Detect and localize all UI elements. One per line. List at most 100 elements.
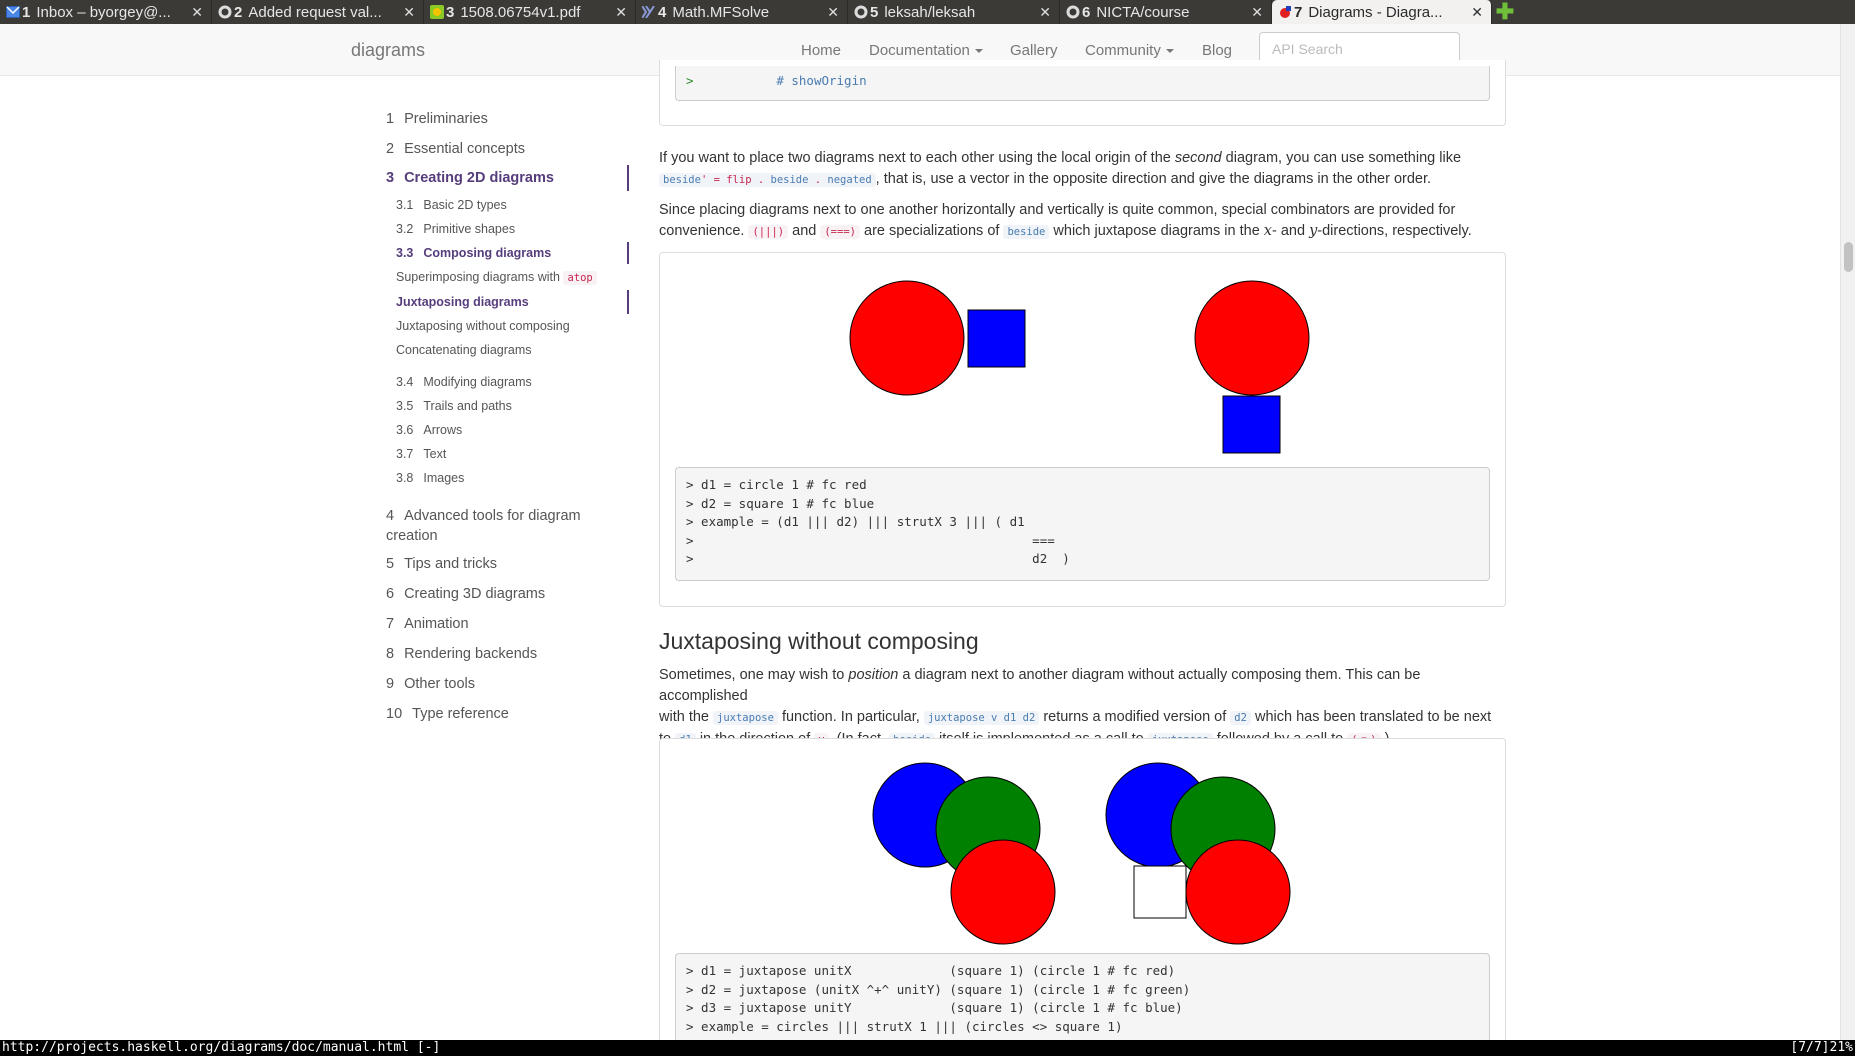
toc-label: Creating 3D diagrams [404,586,546,602]
toc-active-indicator [627,242,629,264]
toc-label: Images [423,471,465,485]
browser-status-bar: http://projects.haskell.org/diagrams/doc… [0,1040,1855,1056]
toc-code: atop [563,271,597,285]
browser-tab-4[interactable]: 4 Math.MFSolve ✕ [636,0,848,24]
code-d2: d2 [1230,711,1251,725]
code-line: > d3 = juxtapose unitY (square 1) (circl… [686,1000,1183,1015]
toc-item-concatenating[interactable]: Concatenating diagrams [396,343,532,357]
toc-item-tips-and-tricks[interactable]: 5 Tips and tricks [386,556,497,572]
code-line: > example = (d1 ||| d2) ||| strutX 3 |||… [686,514,1025,529]
toc-item-juxtaposing[interactable]: Juxtaposing diagrams [396,295,529,309]
browser-tab-5[interactable]: 5 leksah/leksah ✕ [848,0,1060,24]
toc-num: 3.6 [396,423,414,437]
tab-number: 1 [22,3,31,21]
code-block-juxtapose-without-composing: > d1 = juxtapose unitX (square 1) (circl… [675,953,1490,1043]
toc-item-essential-concepts[interactable]: 2 Essential concepts [386,141,525,157]
toc-num: 3.5 [396,399,414,413]
toc-label: Rendering backends [404,646,538,662]
nav-home[interactable]: Home [801,42,841,59]
red-circle [849,280,965,396]
toc-label: Concatenating diagrams [396,343,532,357]
toc-item-creating-3d[interactable]: 6 Creating 3D diagrams [386,586,545,602]
code-token: . [808,174,828,186]
close-tab-icon[interactable]: ✕ [191,4,203,21]
toc-num: 7 [386,616,395,632]
toc-item-primitive-shapes[interactable]: 3.2 Primitive shapes [396,222,515,236]
toc-item-modifying-diagrams[interactable]: 3.4 Modifying diagrams [396,375,532,389]
nav-community[interactable]: Community [1085,42,1174,59]
toc-item-advanced-tools[interactable]: 4 Advanced tools for diagram creation [386,506,581,546]
toc-item-preliminaries[interactable]: 1 Preliminaries [386,111,488,127]
toc-item-juxtaposing-without-composing[interactable]: Juxtaposing without composing [396,319,570,333]
math-x: x [1263,223,1272,239]
browser-tab-2[interactable]: 2 Added request val... ✕ [212,0,424,24]
toc-num: 3.1 [396,198,414,212]
section-heading: Juxtaposing without composing [659,628,979,654]
toc-item-rendering-backends[interactable]: 8 Rendering backends [386,646,537,662]
text: If you want to place two diagrams next t… [659,150,1175,166]
juxtapose-diagram [849,280,1310,454]
close-tab-icon[interactable]: ✕ [827,4,839,21]
status-position: [7/7]21% [1790,1040,1853,1055]
tab-title: Math.MFSolve [672,3,770,21]
browser-tab-3[interactable]: 3 1508.06754v1.pdf ✕ [424,0,636,24]
text: with the [659,709,709,725]
toc-label: Trails and paths [423,399,512,413]
close-tab-icon[interactable]: ✕ [1471,4,1483,21]
haskell-icon [642,5,656,19]
text: convenience. [659,223,745,239]
toc-item-images[interactable]: 3.8 Images [396,471,464,485]
site-brand[interactable]: diagrams [351,40,425,61]
tab-title: Inbox – byorgey@... [36,3,171,21]
toc-item-animation[interactable]: 7 Animation [386,616,469,632]
close-tab-icon[interactable]: ✕ [1039,4,1051,21]
close-tab-icon[interactable]: ✕ [403,4,415,21]
toc-num: 4 [386,508,395,524]
diagrams-icon [1278,5,1292,19]
toc-item-type-reference[interactable]: 10 Type reference [386,706,509,722]
juxtapose-circles-diagram [872,762,1291,945]
toc-item-arrows[interactable]: 3.6 Arrows [396,423,462,437]
pdf-icon [430,5,444,19]
toc-item-basic-2d-types[interactable]: 3.1 Basic 2D types [396,198,507,212]
close-tab-icon[interactable]: ✕ [615,4,627,21]
toc-active-indicator [627,165,629,191]
browser-tab-1[interactable]: 1 Inbox – byorgey@... ✕ [0,0,212,24]
toc-label: Preliminaries [404,111,488,127]
new-tab-plus-icon[interactable]: ✚ [1492,0,1518,24]
page-scrollbar[interactable] [1840,24,1855,1040]
code-juxtapose-call: juxtapose v d1 d2 [923,711,1040,725]
nav-blog[interactable]: Blog [1202,42,1232,59]
toc-item-text[interactable]: 3.7 Text [396,447,446,461]
text: which juxtapose diagrams in the [1053,223,1260,239]
red-circle [1185,839,1291,945]
scrollbar-thumb[interactable] [1844,242,1853,272]
paragraph-combinators: Since placing diagrams next to one anoth… [659,200,1505,243]
close-tab-icon[interactable]: ✕ [1251,4,1263,21]
code-token: ' = [700,174,727,186]
code-token: . [751,174,771,186]
github-icon [218,5,232,19]
nav-documentation[interactable]: Documentation [869,42,983,59]
tab-number: 5 [870,3,879,21]
toc-item-other-tools[interactable]: 9 Other tools [386,676,475,692]
toc-num: 10 [386,706,403,722]
emphasis: position [848,667,899,683]
toc-item-creating-2d-diagrams[interactable]: 3 Creating 2D diagrams [386,170,554,186]
toc-item-composing-diagrams[interactable]: 3.3 Composing diagrams [396,246,551,260]
toc-num: 3.3 [396,246,414,260]
paragraph-beside-prime: If you want to place two diagrams next t… [659,148,1505,191]
nav-gallery[interactable]: Gallery [1010,42,1058,59]
toc-item-superimposing[interactable]: Superimposing diagrams with atop [396,270,597,285]
tab-title: Diagrams - Diagra... [1308,3,1443,21]
code-line: > d2 ) [686,551,1070,566]
text: , that is, use a vector in the opposite … [875,171,1432,187]
code-token: beside [770,174,809,186]
tab-title: 1508.06754v1.pdf [460,3,581,21]
toc-item-trails-and-paths[interactable]: 3.5 Trails and paths [396,399,512,413]
browser-tab-7-active[interactable]: 7 Diagrams - Diagra... ✕ [1272,0,1492,24]
github-icon [854,5,868,19]
tab-title: leksah/leksah [884,3,976,21]
tab-number: 6 [1082,3,1091,21]
browser-tab-6[interactable]: 6 NICTA/course ✕ [1060,0,1272,24]
